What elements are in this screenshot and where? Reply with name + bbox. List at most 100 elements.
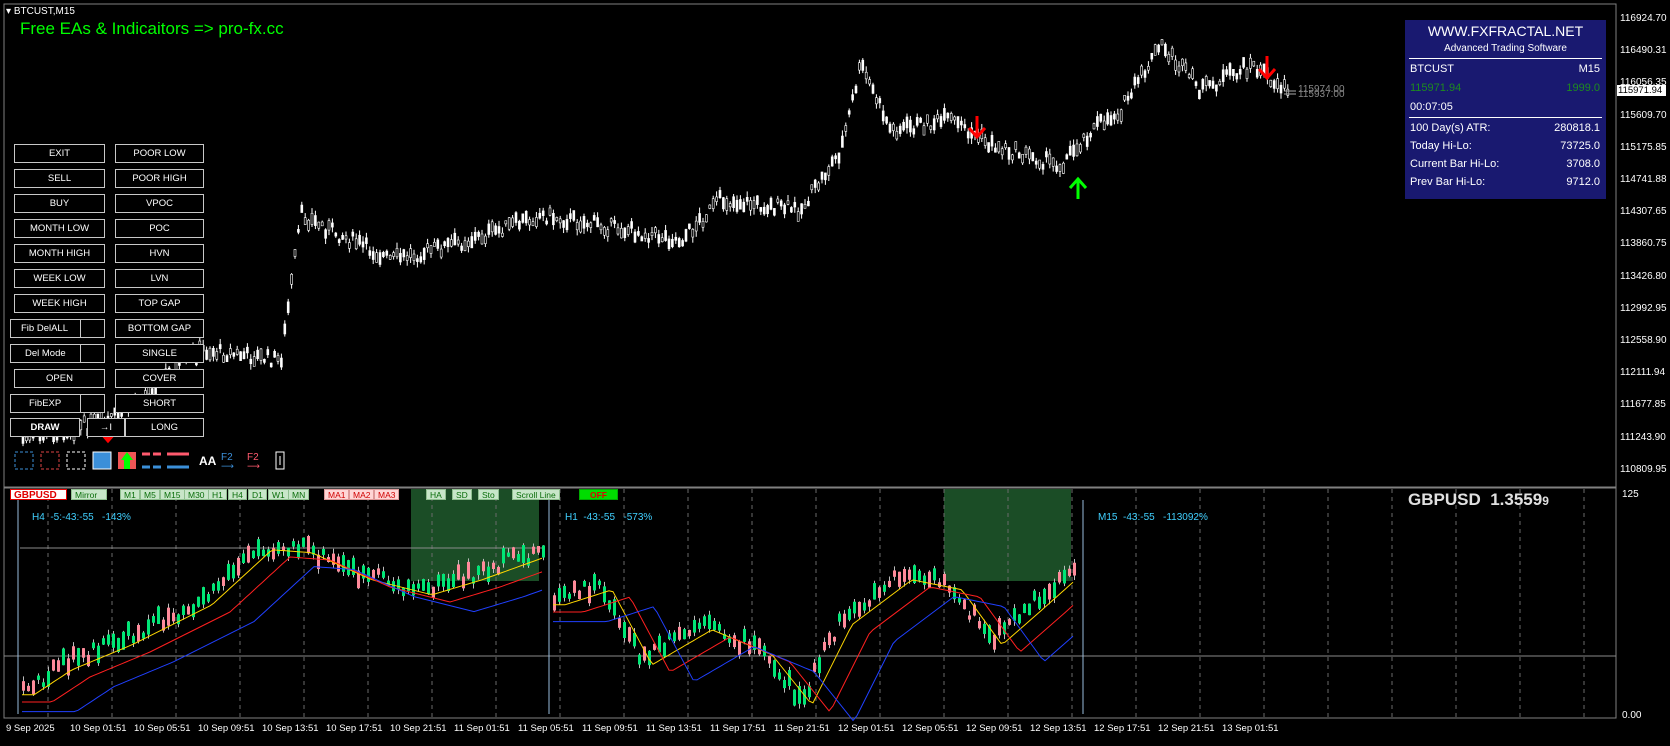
main-chart-frame — [3, 3, 1617, 488]
candle-body — [460, 245, 463, 251]
candle-body — [82, 415, 86, 423]
candle-body — [215, 351, 219, 360]
mini-candle-body — [227, 563, 230, 580]
candle-body — [830, 156, 834, 167]
mini-candle-body — [748, 641, 751, 655]
del-mode-button[interactable]: Del Mode — [10, 344, 105, 363]
info-timeframe: M15 — [1578, 63, 1600, 75]
ma-button-3[interactable]: MA3 — [374, 489, 400, 500]
candle-body — [762, 206, 766, 215]
mini-candle-body — [903, 569, 906, 582]
short-button[interactable]: SHORT — [115, 394, 204, 413]
poor-low-button[interactable]: POOR LOW — [115, 144, 204, 163]
candle-body — [688, 223, 691, 229]
candle-body — [796, 211, 800, 222]
candle-body — [412, 253, 416, 261]
candle-body — [1113, 113, 1116, 120]
buy-button[interactable]: BUY — [14, 194, 105, 213]
candle-body — [654, 227, 657, 234]
top-gap-button[interactable]: TOP GAP — [115, 294, 204, 313]
mini-candle-body — [207, 594, 210, 602]
exit-button[interactable]: EXIT — [14, 144, 105, 163]
mini-candle-body — [107, 634, 110, 645]
tf-button-h1[interactable]: H1 — [208, 489, 227, 500]
candle-body — [484, 235, 487, 244]
tf-button-m15[interactable]: M15 — [160, 489, 185, 500]
caret-down-icon[interactable]: ▾ — [6, 6, 11, 17]
scroll-line-button[interactable]: Scroll Line — [512, 489, 560, 500]
single-button[interactable]: SINGLE — [115, 344, 204, 363]
candle-body — [1157, 44, 1160, 53]
candle-body — [538, 212, 542, 219]
month-high-button[interactable]: MONTH HIGH — [14, 244, 105, 263]
candle-body — [392, 252, 395, 257]
tf-button-m5[interactable]: M5 — [140, 489, 160, 500]
mini-candle-body — [733, 635, 736, 648]
toggle-off-button[interactable]: OFF — [579, 489, 618, 500]
ma-button-1[interactable]: MA1 — [324, 489, 350, 500]
draw-button[interactable]: DRAW — [10, 418, 80, 437]
candle-body — [626, 226, 630, 235]
tf-button-m30[interactable]: M30 — [184, 489, 209, 500]
fib-delall-button[interactable]: Fib DelALL — [10, 319, 105, 338]
bottom-gap-button[interactable]: BOTTOM GAP — [115, 319, 204, 338]
info-row-label: Current Bar Hi-Lo: — [1410, 158, 1500, 170]
candle-body — [453, 232, 457, 246]
candle-body — [266, 349, 270, 356]
candle-body — [208, 347, 212, 361]
mini-candle-body — [512, 547, 515, 559]
candle-body — [953, 116, 956, 121]
candle-body — [300, 204, 304, 213]
candle-body — [640, 236, 644, 242]
mini-candle-body — [87, 654, 90, 667]
tf-button-h4[interactable]: H4 — [228, 489, 247, 500]
candle-body — [902, 121, 905, 131]
symbol-button[interactable]: GBPUSD — [10, 489, 67, 501]
symbol-title: BTCUST,M15 — [13, 6, 75, 17]
week-low-button[interactable]: WEEK LOW — [14, 269, 105, 288]
mirror-button[interactable]: Mirror — [71, 489, 107, 500]
cover-button[interactable]: COVER — [115, 369, 204, 388]
mini-candle-body — [1038, 596, 1041, 609]
poc-button[interactable]: POC — [115, 219, 204, 238]
candle-body — [1007, 147, 1011, 160]
candle-body — [725, 198, 729, 211]
candle-body — [963, 124, 967, 129]
mini-candle-body — [1023, 603, 1026, 613]
candle-body — [368, 250, 372, 256]
mini-candle-body — [908, 569, 911, 580]
tf-button-mn[interactable]: MN — [288, 489, 310, 500]
tf-button-w1[interactable]: W1 — [268, 489, 289, 500]
tool-ha[interactable]: HA — [426, 489, 446, 500]
candle-body — [439, 248, 443, 258]
tf-button-m1[interactable]: M1 — [120, 489, 140, 500]
candle-body — [351, 231, 355, 237]
mini-candle-body — [287, 547, 290, 557]
tab-arrow-button[interactable]: →I — [87, 418, 125, 437]
sell-button[interactable]: SELL — [14, 169, 105, 188]
vpoc-button[interactable]: VPOC — [115, 194, 204, 213]
open-button[interactable]: OPEN — [14, 369, 105, 388]
ma-button-2[interactable]: MA2 — [349, 489, 375, 500]
candle-body — [946, 112, 950, 119]
mini-candle-body — [237, 557, 240, 576]
font-tool-icon[interactable]: AA — [199, 454, 216, 468]
long-button[interactable]: LONG — [125, 418, 204, 437]
poor-high-button[interactable]: POOR HIGH — [115, 169, 204, 188]
mini-candle-body — [783, 679, 786, 689]
time-tick-label: 12 Sep 05:51 — [902, 723, 959, 734]
hvn-button[interactable]: HVN — [115, 244, 204, 263]
mini-candle-body — [873, 583, 876, 600]
lvn-button[interactable]: LVN — [115, 269, 204, 288]
tool-sd[interactable]: SD — [452, 489, 472, 500]
month-low-button[interactable]: MONTH LOW — [14, 219, 105, 238]
candle-body — [745, 197, 749, 202]
week-high-button[interactable]: WEEK HIGH — [14, 294, 105, 313]
tf-button-d1[interactable]: D1 — [248, 489, 267, 500]
tool-sto[interactable]: Sto — [478, 489, 499, 500]
candle-body — [613, 220, 616, 224]
candle-body — [358, 234, 361, 245]
candle-body — [630, 221, 633, 229]
fibexp-button[interactable]: FibEXP — [10, 394, 105, 413]
candle-body — [1126, 95, 1130, 101]
